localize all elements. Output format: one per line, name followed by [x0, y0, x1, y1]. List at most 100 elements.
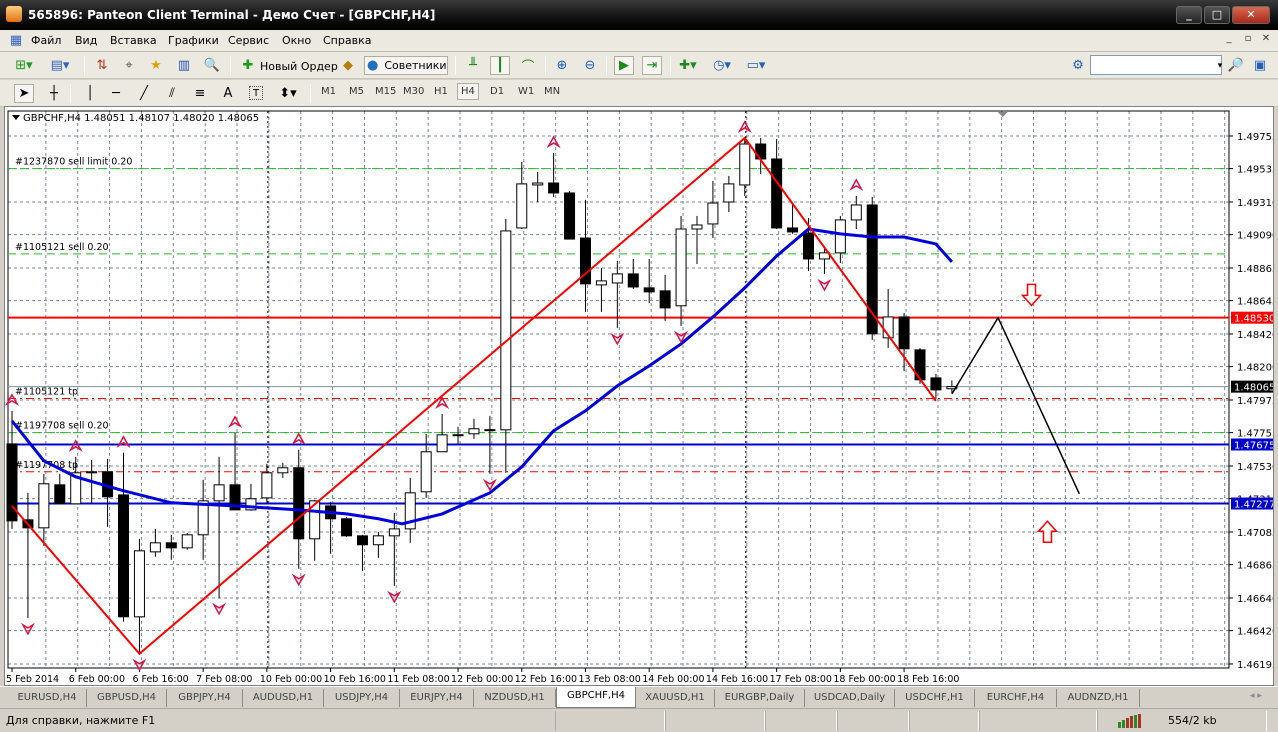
equidistant-channel-icon[interactable]: ⫽ [162, 84, 182, 103]
favorites-icon[interactable]: ★ [146, 56, 166, 75]
periods-icon[interactable]: ◷▾ [712, 56, 732, 75]
search-input[interactable] [1090, 55, 1222, 75]
chart-tab[interactable]: EURJPY,H4 [400, 689, 474, 707]
symbol-dropdown-icon [12, 115, 20, 120]
text-label-tool[interactable]: T [249, 86, 263, 100]
menu-view[interactable]: Вид [75, 34, 97, 47]
menu-help[interactable]: Справка [323, 34, 371, 47]
mdi-close-button[interactable]: ✕ [1258, 33, 1274, 48]
terminal-icon[interactable]: ▥ [174, 56, 194, 75]
chart-tab[interactable]: EURCHF,H4 [975, 689, 1057, 707]
strategy-tester-icon[interactable]: 🔍 [202, 56, 222, 75]
fractal-down-arrow [387, 590, 402, 604]
new-chart-icon[interactable]: ⊞▾ [14, 56, 34, 75]
chart-tab[interactable]: AUDNZD,H1 [1057, 689, 1140, 707]
mdi-minimize-button[interactable]: _ [1221, 33, 1237, 48]
community-icon[interactable]: ▣ [1250, 56, 1270, 75]
time-label: 14 Feb 00:00 [642, 674, 704, 685]
chart-tab[interactable]: EURGBP,Daily [715, 689, 805, 707]
bull-candle [133, 550, 145, 618]
timeframe-m5[interactable]: M5 [349, 86, 364, 97]
auto-scroll-icon[interactable]: ▶ [614, 56, 634, 75]
timeframe-d1[interactable]: D1 [490, 86, 504, 97]
bull-candle [532, 182, 544, 186]
bull-candle [834, 219, 846, 254]
horizontal-line-icon[interactable]: ─ [106, 84, 126, 103]
timeframe-m1[interactable]: M1 [321, 86, 336, 97]
market-watch-icon[interactable]: ⇅ [92, 56, 112, 75]
search-button-icon[interactable]: 🔎 [1226, 56, 1246, 75]
price-tag-label: 1.48065 [1234, 383, 1273, 394]
crosshair-icon[interactable]: ┼ [44, 84, 64, 103]
bear-candle [898, 316, 910, 350]
chart-tab[interactable]: NZDUSD,H1 [474, 689, 556, 707]
fibonacci-icon[interactable]: ≡ [190, 84, 210, 103]
new-order-button[interactable]: Новый Ордер [260, 60, 338, 73]
bull-candle [468, 428, 480, 435]
menu-window[interactable]: Окно [282, 34, 311, 47]
menu-tools[interactable]: Сервис [228, 34, 269, 47]
price-tick-label: 1.46865 [1237, 561, 1273, 572]
zoom-in-icon[interactable]: ⊕ [552, 56, 572, 75]
bar-chart-icon[interactable]: ╨ [463, 56, 483, 75]
indicators-icon[interactable]: ✚▾ [678, 56, 698, 75]
vertical-line-icon[interactable]: │ [80, 84, 100, 103]
meta-editor-icon[interactable]: ◆ [338, 56, 358, 75]
bull-candle [213, 484, 225, 502]
line-chart-icon[interactable]: ⌒ [518, 56, 538, 75]
chart-tab[interactable]: USDCHF,H1 [895, 689, 975, 707]
maximize-button[interactable]: □ [1204, 6, 1230, 24]
bull-candle [38, 483, 50, 529]
zoom-out-icon[interactable]: ⊖ [580, 56, 600, 75]
bear-candle [627, 273, 639, 288]
chart-tab[interactable]: USDJPY,H4 [324, 689, 400, 707]
templates-icon[interactable]: ▭▾ [746, 56, 766, 75]
candlestick-chart-icon[interactable]: ┃ [490, 56, 510, 75]
new-order-icon[interactable]: ✚ [238, 56, 258, 75]
timeframe-h1[interactable]: H1 [434, 86, 448, 97]
settings-gear-icon[interactable]: ⚙ [1068, 56, 1088, 75]
chart-tab[interactable]: GBPCHF,H4 [556, 687, 636, 708]
fractal-up-arrow [291, 432, 306, 445]
signal-up-arrow [1036, 520, 1059, 543]
timeframe-h4[interactable]: H4 [457, 83, 479, 100]
profiles-icon[interactable]: ▤▾ [50, 56, 70, 75]
chart-shift-icon[interactable]: ⇥ [642, 56, 662, 75]
timeframe-m15[interactable]: M15 [375, 86, 396, 97]
navigator-icon[interactable]: ⌖ [119, 56, 139, 75]
text-tool[interactable]: A [218, 84, 238, 103]
price-tick-label: 1.49090 [1237, 231, 1273, 242]
bear-candle [118, 494, 130, 618]
time-label: 13 Feb 08:00 [578, 674, 640, 685]
tabs-scroll-arrows[interactable]: ◂ ▸ [1250, 691, 1262, 701]
minimize-button[interactable]: _ [1176, 6, 1202, 24]
experts-button[interactable]: ● Советники [364, 56, 448, 75]
chart-tab[interactable]: XAUUSD,H1 [636, 689, 715, 707]
chart-tab[interactable]: AUDUSD,H1 [243, 689, 324, 707]
timeframe-w1[interactable]: W1 [518, 86, 534, 97]
chart-tab[interactable]: USDCAD,Daily [805, 689, 895, 707]
chart-window-icon[interactable]: ▦ [6, 31, 26, 50]
price-chart[interactable]: 1.49755 1.49535 1.49310 1.49090 1.48865 1.486… [5, 107, 1273, 685]
chart-tab[interactable]: EURUSD,H4 [8, 689, 87, 707]
chart-tab[interactable]: GBPUSD,H4 [87, 689, 167, 707]
mdi-restore-button[interactable]: ▫ [1240, 33, 1256, 48]
close-button[interactable]: ✕ [1232, 6, 1270, 24]
price-tick-label: 1.46420 [1237, 627, 1273, 638]
timeframe-m30[interactable]: M30 [403, 86, 424, 97]
chart-window[interactable]: 1.49755 1.49535 1.49310 1.49090 1.48865 1.486… [4, 106, 1274, 686]
arrows-icon[interactable]: ⬍▾ [278, 84, 298, 103]
bull-candle [500, 230, 512, 431]
price-tag-label: 1.47277 [1234, 500, 1273, 511]
menu-charts[interactable]: Графики [168, 34, 219, 47]
menu-insert[interactable]: Вставка [110, 34, 157, 47]
bull-candle [691, 224, 703, 230]
menu-file[interactable]: Файл [31, 34, 61, 47]
bear-candle [787, 227, 799, 233]
bull-candle [484, 429, 496, 432]
trendline-icon[interactable]: ╱ [134, 84, 154, 103]
cursor-icon[interactable]: ➤ [14, 84, 34, 103]
timeframe-mn[interactable]: MN [544, 86, 560, 97]
price-tick-label: 1.48865 [1237, 264, 1273, 275]
chart-tab[interactable]: GBPJPY,H4 [167, 689, 243, 707]
